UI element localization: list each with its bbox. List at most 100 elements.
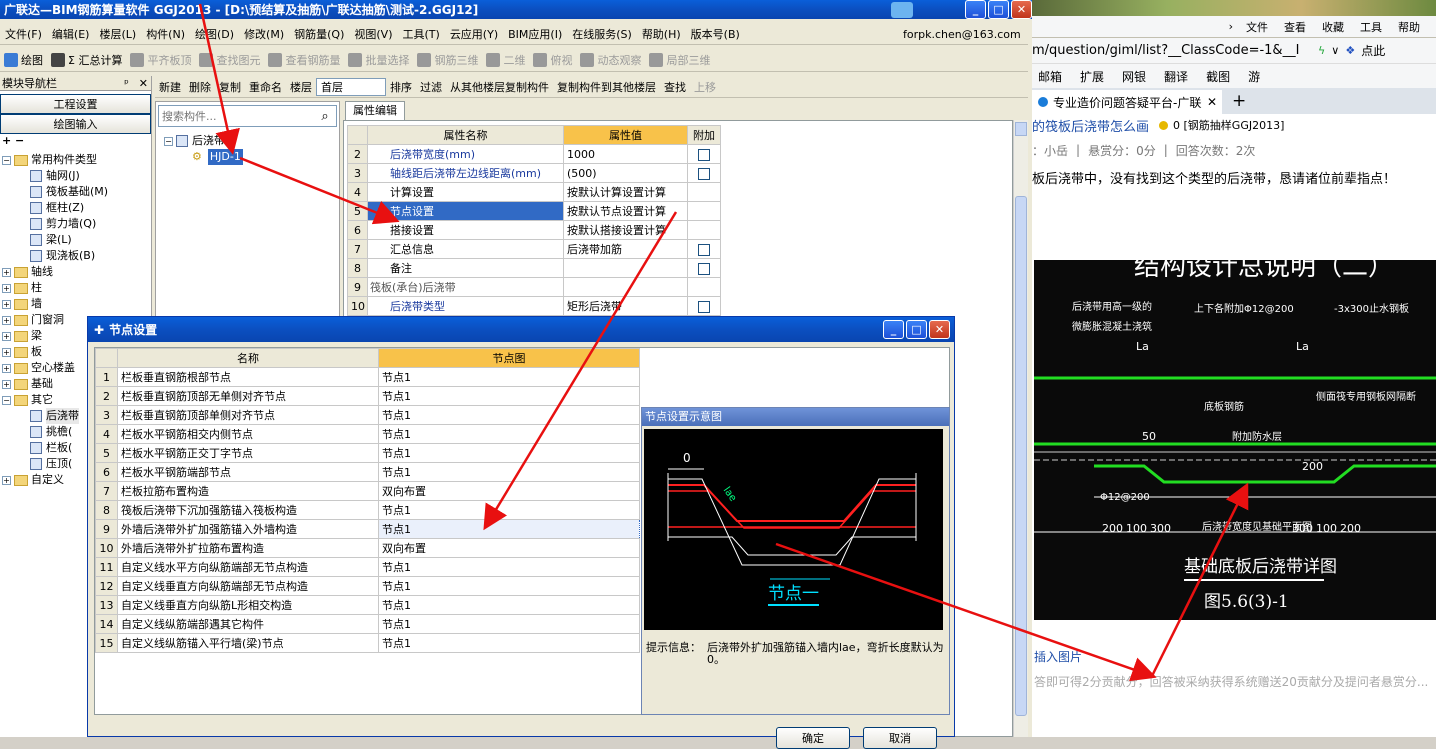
close-icon[interactable]: ✕	[1011, 0, 1032, 19]
property-value[interactable]: 按默认搭接设置计算	[563, 220, 688, 240]
menu-item-7[interactable]: 视图(V)	[349, 26, 397, 42]
node-value[interactable]: 节点1	[378, 443, 640, 463]
node-row[interactable]: 1 栏板垂直钢筋根部节点 节点1	[95, 367, 640, 387]
node-row[interactable]: 13 自定义线垂直方向纵筋L形相交构造 节点1	[95, 595, 640, 615]
expand-icon[interactable]: +	[2, 347, 11, 357]
component-toolbar-button-3[interactable]: 重命名	[245, 76, 286, 97]
expand-icon[interactable]: +	[2, 331, 11, 341]
node-row[interactable]: 15 自定义线纵筋锚入平行墙(梁)节点 节点1	[95, 633, 640, 653]
expand-icon[interactable]: +	[2, 475, 11, 485]
cancel-button[interactable]: 取消	[863, 727, 937, 749]
properties-row[interactable]: 2 后浇带宽度(mm) 1000	[347, 144, 721, 164]
menu-item-8[interactable]: 工具(T)	[398, 26, 445, 42]
expand-icon[interactable]: +	[2, 315, 11, 325]
component-toolbar-button-5[interactable]: 首层	[316, 77, 386, 96]
nav-arrow-icon[interactable]: ›	[1224, 20, 1238, 33]
browser-menu-item[interactable]: 工具	[1352, 19, 1390, 35]
bookmark-item[interactable]: 扩展	[1080, 68, 1104, 85]
toolbar-button-8[interactable]: 俯视	[529, 48, 576, 71]
nav-tree-item[interactable]: 梁(L)	[0, 232, 151, 248]
node-value[interactable]: 双向布置	[378, 481, 640, 501]
search-icon[interactable]: ⌕	[314, 106, 336, 126]
browser-menu-item[interactable]: 帮助	[1390, 19, 1428, 35]
bookmark-item[interactable]: 游	[1248, 68, 1260, 85]
node-value[interactable]: 双向布置	[378, 538, 640, 558]
scrollbar-vertical[interactable]	[1013, 120, 1028, 737]
menu-item-6[interactable]: 钢筋量(Q)	[289, 26, 349, 42]
collapse-icon[interactable]: −	[164, 136, 173, 146]
node-row[interactable]: 8 筏板后浇带下沉加强筋锚入筏板构造 节点1	[95, 500, 640, 520]
project-settings-button[interactable]: 工程设置	[0, 94, 151, 114]
property-add-cell[interactable]	[687, 163, 721, 183]
maximize-icon[interactable]: □	[988, 0, 1009, 19]
browser-menu-item[interactable]: 收藏	[1314, 19, 1352, 35]
property-value[interactable]: 1000	[563, 144, 688, 164]
add-checkbox[interactable]	[698, 300, 710, 313]
tree-node-houjiaodai[interactable]: − 后浇带	[164, 133, 339, 149]
draw-input-button[interactable]: 绘图输入	[0, 114, 151, 134]
toolbar-button-2[interactable]: 平齐板顶	[126, 48, 195, 71]
menu-item-0[interactable]: 文件(F)	[0, 26, 47, 42]
node-value[interactable]: 节点1	[378, 519, 640, 539]
toolbar-button-1[interactable]: Σ 汇总计算	[47, 48, 126, 71]
expand-icon[interactable]: +	[2, 363, 11, 373]
properties-row[interactable]: 10 后浇带类型 矩形后浇带	[347, 296, 721, 316]
paw-icon[interactable]: ❖	[1345, 44, 1355, 57]
dialog-minimize-icon[interactable]: _	[883, 320, 904, 339]
component-toolbar-button-7[interactable]: 过滤	[416, 76, 446, 97]
expand-icon[interactable]: +	[2, 379, 11, 389]
property-add-cell[interactable]	[687, 144, 721, 164]
node-row[interactable]: 5 栏板水平钢筋正交丁字节点 节点1	[95, 443, 640, 463]
assistant-icon[interactable]	[891, 1, 913, 18]
component-toolbar-button-2[interactable]: 复制	[215, 76, 245, 97]
nav-tree-item[interactable]: 剪力墙(Q)	[0, 216, 151, 232]
component-toolbar-button-4[interactable]: 楼层	[286, 76, 316, 97]
tab-properties[interactable]: 属性编辑	[345, 101, 405, 120]
properties-row[interactable]: 6 搭接设置 按默认搭接设置计算	[347, 220, 721, 240]
node-value[interactable]: 节点1	[378, 405, 640, 425]
answer-hint[interactable]: 答即可得2分贡献分，回答被采纳获得系统赠送20贡献分及提问者悬赏分...	[1034, 673, 1434, 690]
expand-icon[interactable]: −	[2, 155, 11, 165]
component-toolbar-button-6[interactable]: 排序	[386, 76, 416, 97]
tab-close-icon[interactable]: ✕	[1207, 95, 1217, 109]
toolbar-button-7[interactable]: 二维	[482, 48, 529, 71]
property-value[interactable]: 按默认节点设置计算	[563, 201, 688, 221]
component-toolbar-button-1[interactable]: 删除	[185, 76, 215, 97]
toolbar-button-3[interactable]: 查找图元	[195, 48, 264, 71]
insert-image-link[interactable]: 插入图片	[1034, 648, 1082, 665]
toolbar-button-0[interactable]: 绘图	[0, 48, 47, 71]
nav-tree-item[interactable]: 筏板基础(M)	[0, 184, 151, 200]
new-tab-icon[interactable]: +	[1232, 91, 1246, 111]
expand-icon[interactable]: +	[2, 299, 11, 309]
properties-row[interactable]: 9 筏板(承台)后浇带	[347, 277, 721, 297]
property-add-cell[interactable]	[687, 258, 721, 278]
toolbar-button-9[interactable]: 动态观察	[576, 48, 645, 71]
nav-close-icon[interactable]: ✕	[139, 77, 148, 90]
menu-item-10[interactable]: BIM应用(I)	[503, 26, 567, 42]
expand-icon[interactable]: −	[2, 395, 11, 405]
node-value[interactable]: 节点1	[378, 633, 640, 653]
node-row[interactable]: 9 外墙后浇带外扩加强筋锚入外墙构造 节点1	[95, 519, 640, 539]
menu-item-11[interactable]: 在线服务(S)	[567, 26, 637, 42]
properties-row[interactable]: 4 计算设置 按默认计算设置计算	[347, 182, 721, 202]
toolbar-button-6[interactable]: 钢筋三维	[413, 48, 482, 71]
properties-row[interactable]: 5 节点设置 按默认节点设置计算	[347, 201, 721, 221]
node-value[interactable]: 节点1	[378, 462, 640, 482]
cad-drawing-image[interactable]: 结构设计总说明（二） 后浇带用高一级的 微膨胀混凝土浇筑 上下各附加Φ12@200-…	[1034, 260, 1436, 620]
asker[interactable]: ：小岳	[1032, 142, 1068, 159]
tree-item-hjd1[interactable]: ⚙ HJD-1	[164, 149, 339, 165]
node-row[interactable]: 7 栏板拉筋布置构造 双向布置	[95, 481, 640, 501]
node-value[interactable]: 节点1	[378, 576, 640, 596]
minimize-icon[interactable]: _	[965, 0, 986, 19]
dropdown-icon[interactable]: ∨	[1331, 44, 1339, 57]
component-toolbar-button-0[interactable]: 新建	[155, 76, 185, 97]
dialog-maximize-icon[interactable]: □	[906, 320, 927, 339]
menu-item-9[interactable]: 云应用(Y)	[445, 26, 503, 42]
dialog-close-icon[interactable]: ✕	[929, 320, 950, 339]
toolbar-button-10[interactable]: 局部三维	[645, 48, 714, 71]
node-row[interactable]: 2 栏板垂直钢筋顶部无单侧对齐节点 节点1	[95, 386, 640, 406]
property-value[interactable]: 矩形后浇带	[563, 296, 688, 316]
nav-tree-item[interactable]: + 柱	[0, 280, 151, 296]
menu-item-13[interactable]: 版本号(B)	[686, 26, 745, 42]
nav-tree-item[interactable]: 轴网(J)	[0, 168, 151, 184]
